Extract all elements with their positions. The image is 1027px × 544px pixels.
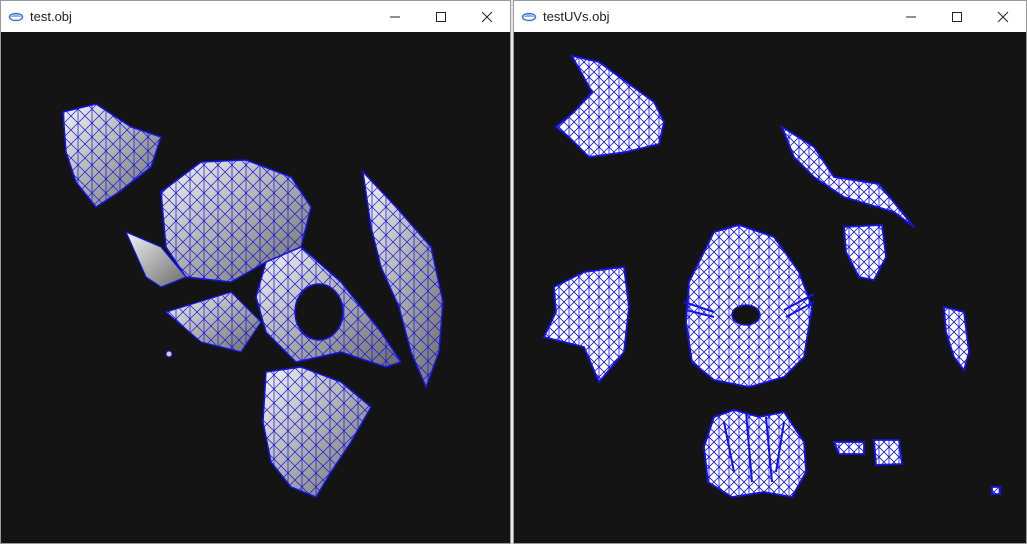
uv-island xyxy=(943,305,970,372)
minimize-icon xyxy=(390,16,400,17)
app-icon xyxy=(8,9,24,25)
uv-islands-render xyxy=(542,54,1001,498)
minimize-button[interactable] xyxy=(888,1,934,32)
model-viewer-window: test.obj xyxy=(0,0,511,544)
uv-island xyxy=(542,265,630,384)
title-bar[interactable]: test.obj xyxy=(1,1,510,32)
maximize-button[interactable] xyxy=(934,1,980,32)
uv-island xyxy=(873,439,904,466)
close-button[interactable] xyxy=(464,1,510,32)
uv-island xyxy=(991,486,1001,495)
mesh-wireframe-render xyxy=(62,103,444,498)
title-bar[interactable]: testUVs.obj xyxy=(514,1,1026,32)
3d-viewport[interactable] xyxy=(1,32,510,543)
uv-island xyxy=(703,409,807,498)
close-icon xyxy=(997,11,1009,22)
close-button[interactable] xyxy=(980,1,1026,32)
minimize-button[interactable] xyxy=(372,1,418,32)
close-icon xyxy=(481,11,493,22)
uv-viewer-window: testUVs.obj xyxy=(513,0,1027,544)
minimize-icon xyxy=(906,16,916,17)
maximize-button[interactable] xyxy=(418,1,464,32)
uv-viewport[interactable] xyxy=(514,32,1026,543)
uv-island xyxy=(554,54,665,158)
window-title: testUVs.obj xyxy=(543,9,610,24)
uv-island xyxy=(843,224,887,282)
uv-island xyxy=(832,441,865,455)
maximize-icon xyxy=(952,11,962,22)
window-title: test.obj xyxy=(30,9,72,24)
uv-island xyxy=(780,124,915,228)
app-icon xyxy=(521,9,537,25)
maximize-icon xyxy=(436,11,446,22)
